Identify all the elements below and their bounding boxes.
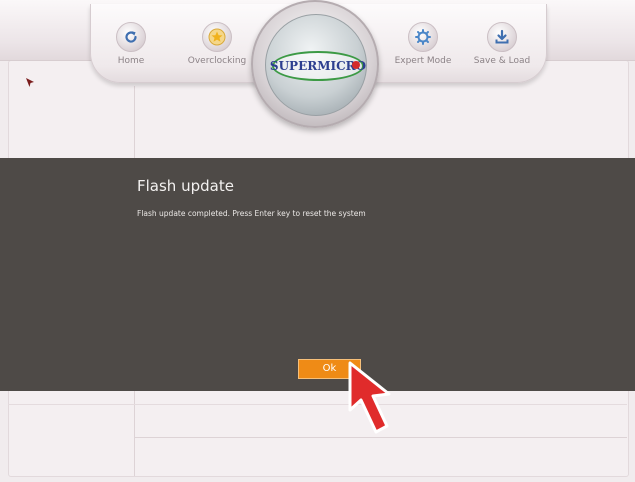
nav-label-expert-mode: Expert Mode [394, 56, 452, 66]
bottom-divider [134, 437, 627, 438]
nav-item-save-load[interactable]: Save & Load [467, 22, 537, 66]
pointer-arrow-icon [348, 361, 391, 434]
supermicro-logo: SUPERMICRO [251, 0, 379, 128]
logo-badge: SUPERMICRO [270, 51, 366, 81]
star-icon [202, 22, 232, 52]
dialog-title: Flash update [137, 177, 234, 195]
flash-update-dialog: Flash update Flash update completed. Pre… [0, 158, 635, 391]
nav-label-home: Home [117, 56, 145, 66]
nav-item-home[interactable]: Home [96, 22, 166, 66]
gear-icon [408, 22, 438, 52]
logo-red-dot [352, 61, 360, 69]
download-icon [487, 22, 517, 52]
nav-label-overclocking: Overclocking [187, 56, 247, 66]
dialog-message: Flash update completed. Press Enter key … [137, 209, 366, 218]
logo-lens: SUPERMICRO [265, 14, 367, 116]
small-cursor-icon [26, 78, 34, 87]
nav-label-save-load: Save & Load [473, 56, 531, 66]
nav-item-expert-mode[interactable]: Expert Mode [388, 22, 458, 66]
row-divider [8, 404, 627, 405]
refresh-icon [116, 22, 146, 52]
nav-item-overclocking[interactable]: Overclocking [182, 22, 252, 66]
